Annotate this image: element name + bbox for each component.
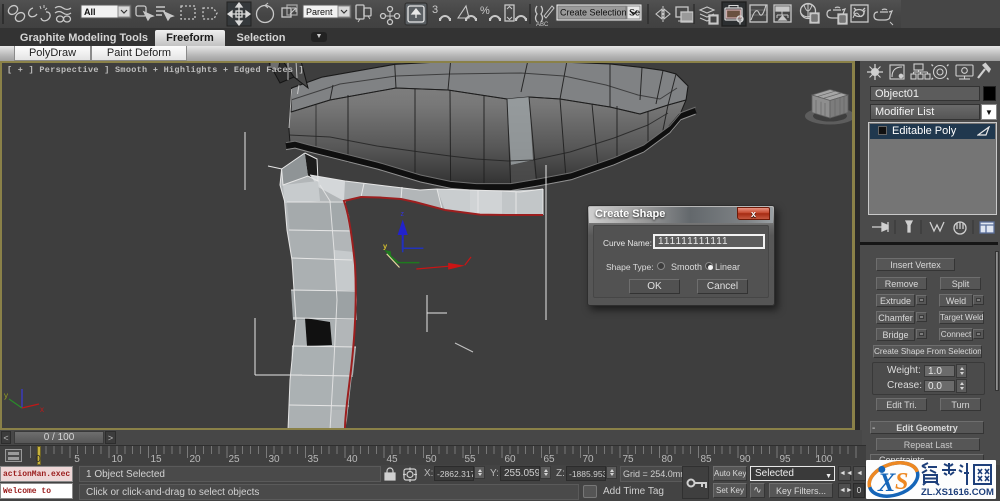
svg-text:ZL.XS1616.COM: ZL.XS1616.COM — [921, 487, 994, 498]
svg-text:x: x — [40, 405, 44, 414]
svg-text:z: z — [401, 211, 405, 218]
svg-text:Create Selection Se: Create Selection Se — [560, 8, 640, 18]
svg-text:y: y — [4, 391, 8, 400]
svg-text:X: X — [877, 468, 896, 497]
svg-text:All: All — [84, 7, 96, 17]
svg-text:S: S — [895, 469, 908, 495]
svg-text:Parent: Parent — [306, 7, 333, 17]
svg-text:%: % — [480, 5, 490, 17]
svg-text:y: y — [383, 242, 388, 251]
svg-text:3: 3 — [432, 4, 438, 16]
